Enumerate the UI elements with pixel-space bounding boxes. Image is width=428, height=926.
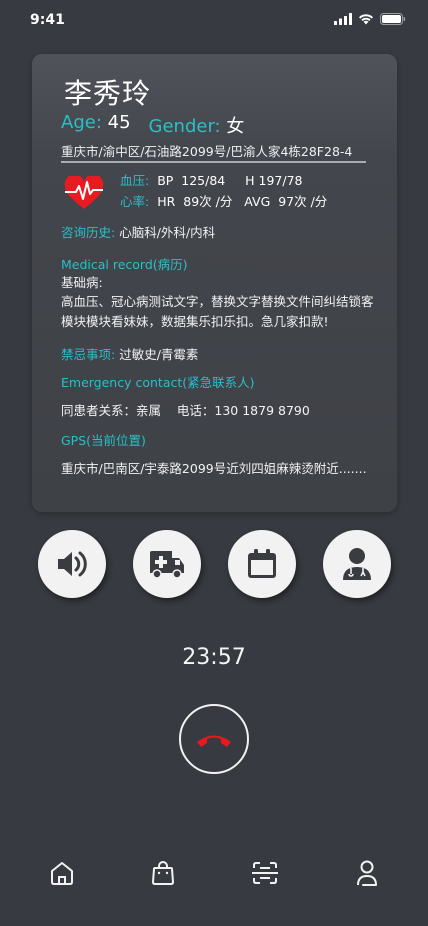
speaker-icon (58, 551, 87, 577)
ambulance-button[interactable] (133, 530, 201, 598)
scan-icon (252, 862, 278, 884)
blood-pressure-row: 血压: BP 125/84 H 197/78 (120, 170, 302, 189)
medical-record-label: Medical record(病历) (61, 257, 188, 272)
status-time: 9:41 (30, 12, 65, 28)
consult-value: 心脑科/外科/内科 (119, 225, 216, 240)
hr-label: 心率: (120, 194, 150, 209)
contraindications: 禁忌事项: 过敏史/青霉素 (61, 344, 198, 363)
age-group: Age: 45 (61, 112, 131, 138)
phone-hangup-icon (197, 735, 231, 747)
tab-bag[interactable] (148, 856, 178, 890)
consult-label: 咨询历史: (61, 225, 116, 240)
ambulance-icon (150, 551, 184, 579)
gender-label: Gender: (148, 116, 221, 137)
bag-icon (152, 861, 174, 885)
age-value: 45 (107, 112, 131, 133)
calendar-button[interactable] (228, 530, 296, 598)
tab-scan[interactable] (250, 856, 280, 890)
gender-value: 女 (226, 116, 245, 137)
tab-profile[interactable] (352, 856, 382, 890)
bp-label: 血压: (120, 173, 150, 188)
divider (61, 161, 366, 163)
profile-icon (357, 860, 377, 886)
signal-icon (334, 13, 352, 25)
contraindications-value: 过敏史/青霉素 (119, 347, 199, 362)
hang-up-button[interactable] (179, 704, 249, 774)
patient-address: 重庆市/渝中区/石油路2099号/巴渝人家4栋28F28-4 (61, 144, 353, 159)
call-timer: 23:57 (182, 645, 246, 670)
contraindications-label: 禁忌事项: (61, 347, 116, 362)
status-bar: 9:41 (0, 0, 428, 42)
heart-rate-row: 心率: HR 89次 /分 AVG 97次 /分 (120, 191, 327, 210)
medical-record-body: 高血压、冠心病测试文字，替换文字替换文件间纠结锁客模块模块看妹妹，数据集乐扣乐扣… (61, 294, 374, 329)
heart-rate-icon (64, 176, 104, 209)
hr-value: HR 89次 /分 AVG 97次 /分 (157, 194, 328, 209)
patient-card: 李秀玲 Age: 45 Gender: 女 重庆市/渝中区/石油路2099号/巴… (32, 54, 397, 512)
doctor-icon (343, 548, 371, 580)
wifi-icon (359, 14, 373, 25)
battery-icon (380, 13, 406, 25)
emergency-contact-label: Emergency contact(紧急联系人) (61, 375, 255, 390)
tab-home[interactable] (47, 856, 77, 890)
calendar-icon (248, 549, 276, 578)
home-icon (51, 862, 73, 885)
bottom-tab-bar (0, 856, 428, 892)
status-icons (334, 13, 406, 25)
emergency-contact-value: 同患者关系：亲属 电话：130 1879 8790 (61, 403, 310, 418)
age-label: Age: (61, 112, 102, 133)
consult-history: 咨询历史: 心脑科/外科/内科 (61, 222, 215, 241)
action-buttons (0, 530, 428, 602)
bp-value: BP 125/84 H 197/78 (157, 173, 303, 188)
demographics-row: Age: 45 Gender: 女 (61, 112, 244, 138)
gps-label: GPS(当前位置) (61, 433, 146, 448)
speaker-button[interactable] (38, 530, 106, 598)
doctor-button[interactable] (323, 530, 391, 598)
gender-group: Gender: 女 (149, 112, 245, 138)
patient-name: 李秀玲 (64, 77, 152, 110)
medical-record-basic: 基础病: (61, 275, 103, 290)
gps-value: 重庆市/巴南区/宇泰路2099号近刘四姐麻辣烫附近....... (61, 461, 367, 476)
vitals-section: 血压: BP 125/84 H 197/78 心率: HR 89次 /分 AVG 9… (60, 170, 370, 214)
